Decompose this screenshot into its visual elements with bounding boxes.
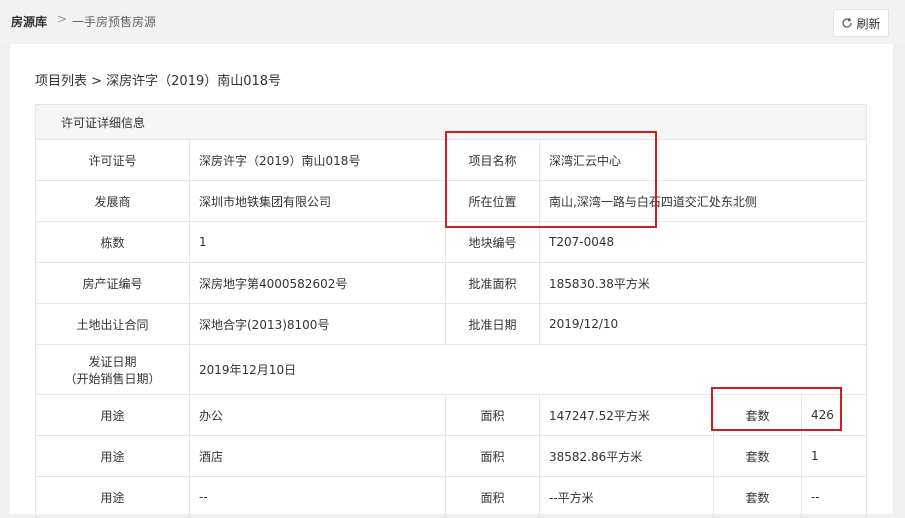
area-value: 147247.52平方米 [539, 394, 714, 436]
units-label: 套数 [713, 394, 802, 436]
sub-breadcrumb[interactable]: 项目列表 > 深房许字（2019）南山018号 [35, 70, 281, 89]
units-label: 套数 [713, 476, 802, 518]
top-bar: 房源库 > 一手房预售房源 刷新 [0, 0, 905, 44]
breadcrumb-root[interactable]: 房源库 [11, 13, 47, 30]
plot-no-value: T207-0048 [538, 221, 868, 263]
project-name-value: 深湾汇云中心 [538, 139, 868, 181]
table-row: 发证日期 （开始销售日期） 2019年12月10日 [35, 344, 868, 395]
land-contract-label: 土地出让合同 [35, 303, 190, 345]
use-label: 用途 [35, 435, 190, 477]
table-row: 用途 -- 面积 --平方米 套数 -- [35, 476, 868, 518]
project-name-label: 项目名称 [445, 139, 540, 181]
property-cert-label: 房产证编号 [35, 262, 190, 304]
area-label: 面积 [445, 435, 540, 477]
refresh-label: 刷新 [856, 16, 881, 31]
developer-label: 发展商 [35, 180, 190, 222]
location-value: 南山,深湾一路与白石四道交汇处东北侧 [538, 180, 868, 222]
section-header-row: 许可证详细信息 [34, 104, 868, 140]
table-row: 用途 酒店 面积 38582.86平方米 套数 1 [35, 435, 868, 477]
location-label: 所在位置 [445, 180, 540, 222]
table-row: 许可证号 深房许字（2019）南山018号 项目名称 深湾汇云中心 [35, 139, 868, 181]
area-label: 面积 [445, 476, 540, 518]
developer-value: 深圳市地铁集团有限公司 [189, 180, 446, 222]
units-value: -- [800, 476, 868, 518]
issue-date-value: 2019年12月10日 [188, 344, 868, 395]
issue-date-label: 发证日期 （开始销售日期） [35, 344, 190, 395]
area-value: --平方米 [539, 476, 714, 518]
table-row: 栋数 1 地块编号 T207-0048 [35, 221, 868, 263]
license-no-label: 许可证号 [35, 139, 190, 181]
section-title: 许可证详细信息 [34, 104, 868, 140]
refresh-button[interactable]: 刷新 [833, 9, 889, 37]
issue-date-label-line1: 发证日期 [88, 354, 137, 369]
approved-date-label: 批准日期 [445, 303, 540, 345]
refresh-icon [842, 17, 853, 28]
land-contract-value: 深地合字(2013)8100号 [189, 303, 446, 345]
area-label: 面积 [445, 394, 540, 436]
approved-date-value: 2019/12/10 [538, 303, 868, 345]
breadcrumb-separator: > [57, 12, 68, 26]
units-label: 套数 [713, 435, 802, 477]
units-value: 1 [800, 435, 868, 477]
table-row: 用途 办公 面积 147247.52平方米 套数 426 [35, 394, 868, 436]
license-detail-table: 许可证详细信息 许可证号 深房许字（2019）南山018号 项目名称 深湾汇云中… [34, 104, 868, 518]
use-value: 酒店 [189, 435, 446, 477]
area-value: 38582.86平方米 [539, 435, 714, 477]
units-value: 426 [800, 394, 868, 436]
buildings-label: 栋数 [35, 221, 190, 263]
table-row: 土地出让合同 深地合字(2013)8100号 批准日期 2019/12/10 [35, 303, 868, 345]
buildings-value: 1 [189, 221, 446, 263]
issue-date-label-line2: （开始销售日期） [64, 371, 161, 386]
property-cert-value: 深房地字第4000582602号 [189, 262, 446, 304]
use-value: 办公 [189, 394, 446, 436]
use-value: -- [189, 476, 446, 518]
license-no-value: 深房许字（2019）南山018号 [189, 139, 446, 181]
table-row: 发展商 深圳市地铁集团有限公司 所在位置 南山,深湾一路与白石四道交汇处东北侧 [35, 180, 868, 222]
table-row: 房产证编号 深房地字第4000582602号 批准面积 185830.38平方米 [35, 262, 868, 304]
breadcrumb-current: 一手房预售房源 [72, 15, 157, 29]
use-label: 用途 [35, 476, 190, 518]
use-label: 用途 [35, 394, 190, 436]
plot-no-label: 地块编号 [445, 221, 540, 263]
approved-area-label: 批准面积 [445, 262, 540, 304]
approved-area-value: 185830.38平方米 [538, 262, 868, 304]
